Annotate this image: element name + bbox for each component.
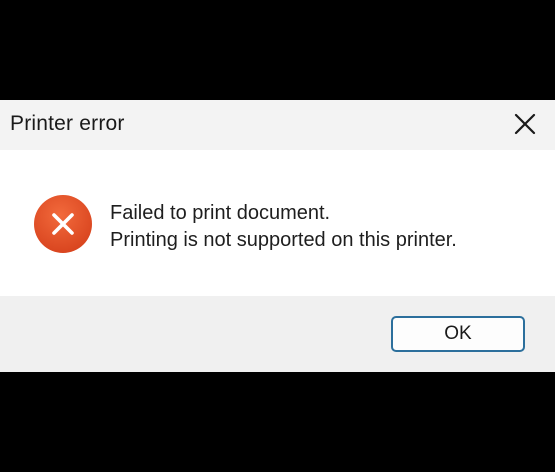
error-message-line-1: Failed to print document. (110, 202, 331, 224)
error-message-line-2: Printing is not supported on this printe… (110, 229, 457, 251)
dialog-footer: OK (0, 296, 555, 372)
dialog-content: Failed to print document. Printing is no… (0, 150, 555, 296)
close-button[interactable] (503, 104, 547, 144)
close-icon (514, 113, 536, 135)
ok-button[interactable]: OK (391, 316, 525, 352)
error-message: Failed to print document. Printing is no… (110, 200, 457, 254)
printer-error-dialog: Printer error Failed to print document. … (0, 100, 555, 372)
error-icon (34, 195, 92, 253)
dialog-title: Printer error (10, 112, 125, 135)
title-bar: Printer error (0, 100, 555, 150)
